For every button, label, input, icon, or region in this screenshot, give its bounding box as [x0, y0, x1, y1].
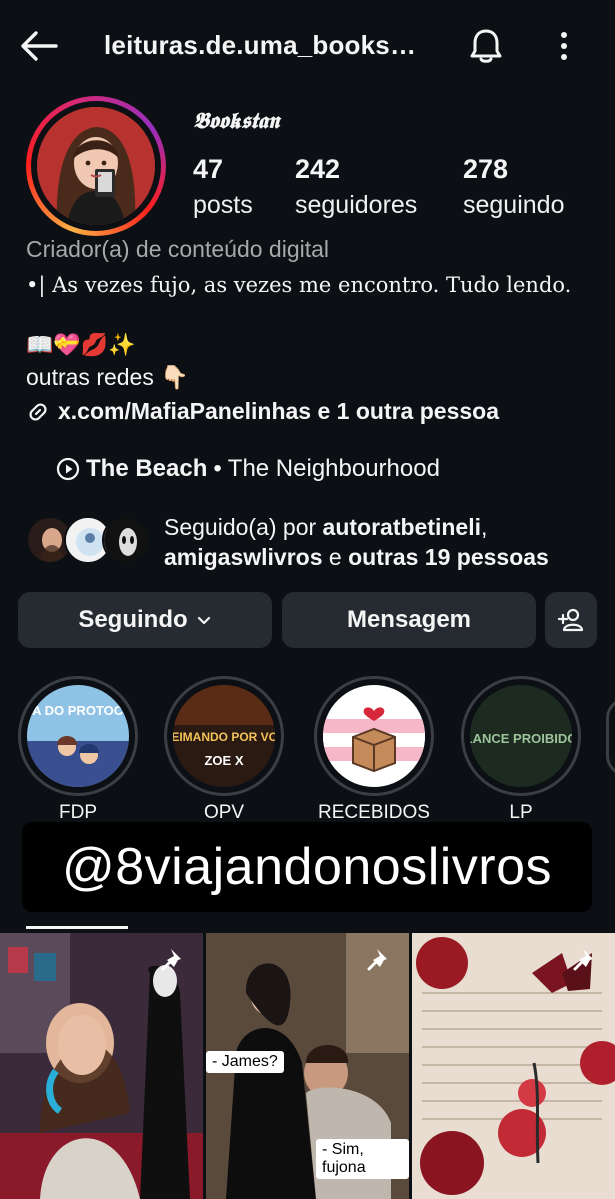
profile-username: leituras.de.uma_books…: [104, 30, 417, 60]
highlight-label: LP: [509, 802, 533, 823]
highlight-opv[interactable]: QUEIMANDO POR VOCÊ ZOE X OPV: [164, 676, 284, 823]
profile-link[interactable]: x.com/MafiaPanelinhas e 1 outra pessoa: [26, 398, 499, 425]
highlight-label: FDP: [59, 802, 97, 823]
post-caption: - James?: [206, 1051, 284, 1073]
handle-overlay-text: @8viajandonoslivros: [61, 838, 553, 896]
pin-icon: [573, 949, 593, 971]
bell-icon[interactable]: [466, 26, 506, 66]
highlight-recebidos[interactable]: RECEBIDOS: [314, 676, 434, 823]
music-artist: The Neighbourhood: [227, 455, 440, 482]
highlight-cover: [323, 685, 425, 787]
stat-followers-label: seguidores: [295, 191, 418, 219]
stat-followers-value: 242: [295, 154, 341, 184]
highlight-cover: LANCE PROIBIDO: [470, 685, 572, 787]
followed-by[interactable]: Seguido(a) por autoratbetineli, amigaswl…: [26, 512, 606, 572]
stat-following-value: 278: [463, 154, 509, 184]
post-thumbnail[interactable]: - James? - Sim, fujona: [206, 933, 409, 1199]
profile-link-text: x.com/MafiaPanelinhas e 1 outra pessoa: [58, 398, 499, 424]
highlight-cover-title: FORA DO PROTOCOLO: [27, 703, 129, 718]
highlight-label: RECEBIDOS: [318, 802, 430, 823]
play-circle-icon: [56, 457, 80, 481]
music-song: The Beach: [86, 455, 208, 482]
suggest-users-button[interactable]: [545, 592, 597, 648]
music-separator: •: [213, 455, 222, 482]
stat-followers[interactable]: 242 seguidores: [295, 154, 417, 220]
pin-icon: [367, 949, 387, 971]
more-vertical-icon[interactable]: [552, 28, 576, 64]
stat-posts-value: 47: [193, 154, 224, 184]
grid-tab-indicator[interactable]: [26, 926, 128, 929]
bio-text: •| As vezes fujo, as vezes me encontro. …: [26, 273, 572, 297]
bio-emojis: 📖💝💋✨: [26, 332, 136, 357]
story-ring[interactable]: [26, 96, 166, 236]
followed-by-text: Seguido(a) por autoratbetineli, amigaswl…: [164, 514, 549, 570]
highlight-fdp[interactable]: FORA DO PROTOCOLO FDP: [18, 676, 138, 823]
profile-category: Criador(a) de conteúdo digital: [26, 236, 330, 262]
post-thumbnail[interactable]: [0, 933, 203, 1199]
avatar-illustration: [37, 107, 155, 225]
stat-posts[interactable]: 47 posts: [193, 154, 253, 220]
highlight-cover-title: LANCE PROIBIDO: [470, 731, 572, 746]
handle-overlay: @8viajandonoslivros: [22, 822, 592, 912]
message-button-label: Mensagem: [346, 606, 472, 633]
story-highlights: FORA DO PROTOCOLO FDP QUEIMANDO POR VOCÊ…: [0, 676, 615, 826]
profile-music[interactable]: The Beach • The Neighbourhood: [56, 455, 440, 483]
bio-other-networks: outras redes 👇🏻: [26, 364, 189, 390]
highlight-cover: FORA DO PROTOCOLO: [27, 685, 129, 787]
link-icon: [29, 402, 47, 421]
stat-following-label: seguindo: [463, 191, 565, 219]
highlight-label: OPV: [203, 802, 245, 823]
stat-posts-label: posts: [193, 191, 253, 219]
highlight-cover: QUEIMANDO POR VOCÊ ZOE X: [173, 685, 275, 787]
stat-following[interactable]: 278 seguindo: [463, 154, 564, 220]
add-person-icon: [557, 608, 584, 632]
top-bar: leituras.de.uma_books…: [0, 0, 615, 92]
pin-icon: [161, 949, 181, 971]
following-button-label: Seguindo: [78, 606, 188, 633]
highlight-partial[interactable]: [606, 698, 615, 776]
follower-avatar: [102, 516, 150, 564]
highlight-cover-author: ZOE X: [204, 753, 243, 768]
post-thumbnail[interactable]: [412, 933, 615, 1199]
post-caption: - Sim, fujona: [316, 1139, 409, 1179]
display-name: 𝕭𝖔𝖔𝖐𝖘𝖙𝖆𝖓: [193, 108, 280, 134]
following-button[interactable]: Seguindo: [18, 592, 272, 648]
chevron-down-icon: [197, 616, 210, 625]
message-button[interactable]: Mensagem: [282, 592, 536, 648]
back-arrow-icon[interactable]: [18, 28, 60, 64]
highlight-cover-title: QUEIMANDO POR VOCÊ: [173, 729, 275, 744]
avatar[interactable]: [37, 107, 155, 225]
highlight-lp[interactable]: LANCE PROIBIDO LP: [461, 676, 581, 823]
